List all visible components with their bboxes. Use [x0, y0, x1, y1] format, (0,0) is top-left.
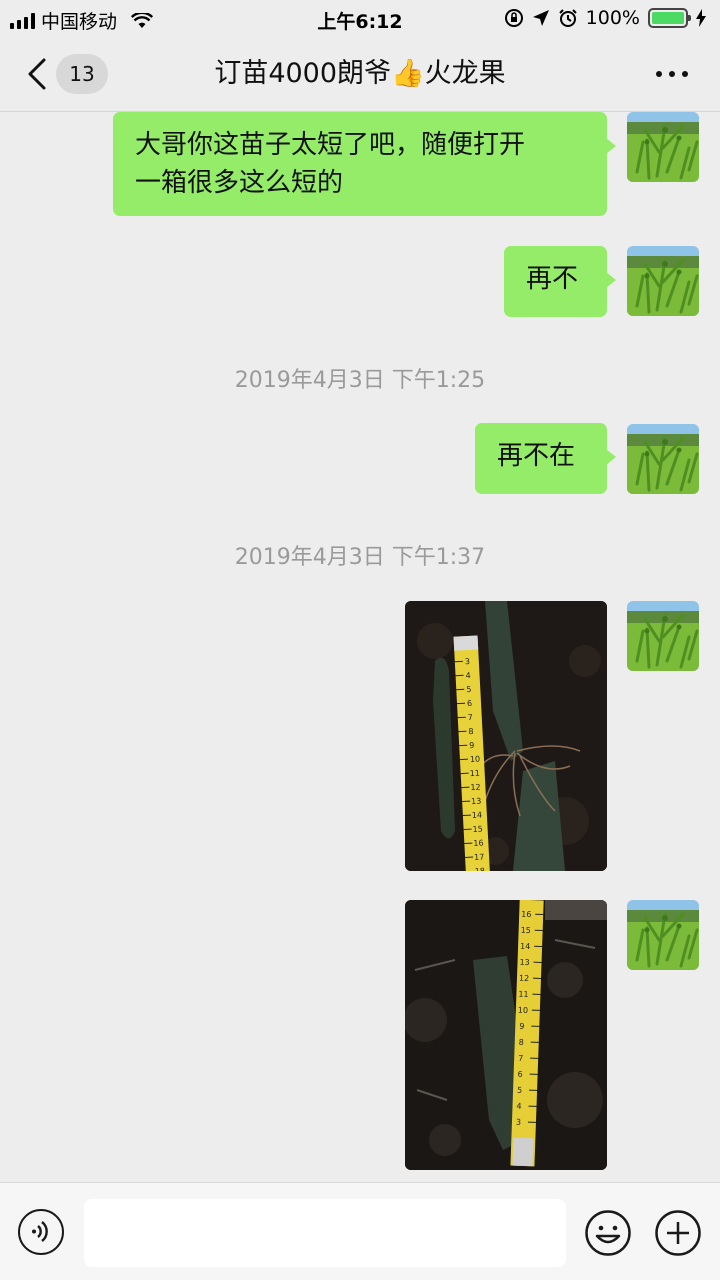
voice-icon[interactable] — [18, 1209, 64, 1255]
avatar[interactable] — [627, 246, 699, 316]
ruler-tick-label: 13 — [519, 958, 529, 967]
ruler-tick-label: 8 — [519, 1038, 524, 1047]
message-text-line: 大哥你这苗子太短了吧，随便打开 — [135, 130, 526, 160]
battery-icon — [648, 8, 691, 28]
ruler-tick-label: 8 — [468, 727, 474, 736]
message-text: 再不在 — [497, 441, 576, 471]
seedling-ruler-photo: 16 15 14 13 12 11 10 9 8 7 6 5 4 3 — [405, 900, 607, 1170]
ruler-tick-label: 7 — [518, 1054, 523, 1063]
ruler-tick-label: 18 — [475, 866, 486, 871]
ruler-tick-label: 11 — [518, 990, 528, 999]
plus-icon[interactable] — [654, 1209, 702, 1257]
ruler-tick-label: 16 — [521, 910, 531, 919]
ruler-tick-label: 5 — [466, 685, 472, 694]
message-bubble[interactable]: 大哥你这苗子太短了吧，随便打开 一箱很多这么短的 — [113, 112, 616, 216]
avatar[interactable] — [627, 601, 699, 671]
ruler-tick-label: 15 — [520, 926, 530, 935]
orientation-lock-icon — [504, 9, 523, 27]
message-list[interactable]: 大哥你这苗子太短了吧，随便打开 一箱很多这么短的 再不 2019年4月3日 下午… — [0, 112, 720, 1182]
message-input[interactable] — [84, 1199, 566, 1267]
ruler-tick-label: 9 — [469, 741, 475, 750]
avatar[interactable] — [627, 112, 699, 182]
alarm-icon — [558, 9, 577, 27]
ruler-tick-label: 3 — [465, 657, 471, 666]
avatar[interactable] — [627, 900, 699, 970]
photo-message[interactable]: 16 15 14 13 12 11 10 9 8 7 6 5 4 3 — [405, 900, 607, 1170]
ruler-tick-label: 11 — [469, 769, 480, 779]
ruler-tick-label: 16 — [473, 838, 484, 848]
avatar[interactable] — [627, 424, 699, 494]
status-right: 100% — [504, 7, 706, 29]
ruler-tick-label: 6 — [467, 699, 473, 708]
photo-message[interactable]: 3 4 5 6 7 8 9 10 11 12 13 14 15 16 17 18 — [405, 601, 607, 871]
ruler-tick-label: 3 — [516, 1118, 521, 1127]
ruler-tick-label: 10 — [518, 1006, 528, 1015]
battery-percent: 100% — [585, 7, 640, 29]
message-timestamp: 2019年4月3日 下午1:37 — [234, 545, 486, 570]
input-bar — [0, 1182, 720, 1280]
ruler-tick-label: 5 — [517, 1086, 522, 1095]
ruler-tick-label: 13 — [471, 797, 482, 807]
ruler-tick-label: 12 — [519, 974, 529, 983]
ruler-tick-label: 9 — [519, 1022, 524, 1031]
ruler-tick-label: 10 — [470, 755, 481, 765]
status-bar: 中国移动 上午6:12 100% — [0, 0, 720, 38]
ruler-tick-label: 4 — [465, 671, 471, 680]
more-dots-icon[interactable] — [656, 71, 688, 77]
message-bubble[interactable]: 再不在 — [475, 423, 616, 494]
ruler-tick-label: 7 — [468, 713, 474, 722]
charging-bolt-icon — [696, 9, 706, 27]
message-text: 再不 — [526, 264, 579, 294]
ruler-tick-label: 14 — [520, 942, 530, 951]
location-icon — [532, 10, 549, 26]
message-text-line: 一箱很多这么短的 — [135, 168, 344, 198]
ruler-tick-label: 17 — [474, 852, 485, 862]
chat-title: 订苗4000朗爷👍火龙果 — [214, 58, 506, 89]
chat-header: 13 订苗4000朗爷👍火龙果 — [0, 38, 720, 112]
ruler-tick-label: 6 — [517, 1070, 522, 1079]
ruler-tick-label: 4 — [516, 1102, 521, 1111]
emoji-icon[interactable] — [584, 1209, 632, 1257]
ruler-tick-label: 15 — [472, 825, 483, 835]
ruler-tick-label: 12 — [470, 783, 481, 793]
ruler-tick-label: 14 — [472, 811, 483, 821]
seedling-ruler-photo: 3 4 5 6 7 8 9 10 11 12 13 14 15 16 17 18 — [405, 601, 607, 871]
message-timestamp: 2019年4月3日 下午1:25 — [234, 368, 486, 393]
message-bubble[interactable]: 再不 — [504, 246, 616, 317]
